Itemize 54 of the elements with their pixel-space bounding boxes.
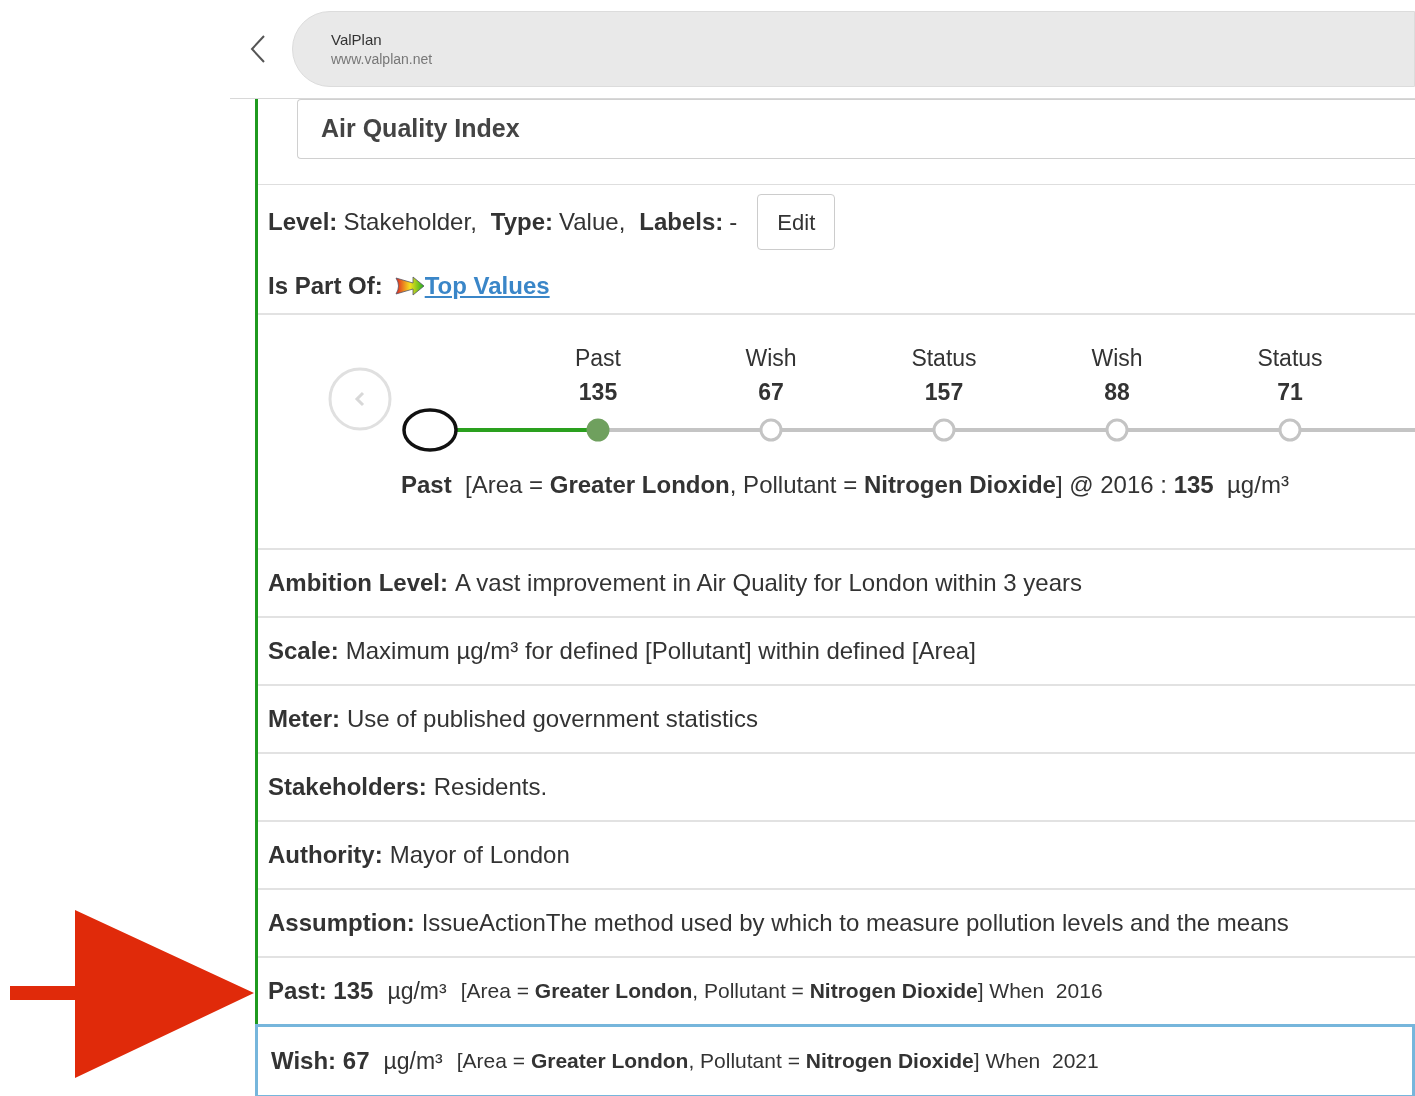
value-row[interactable]: Wish: 67 µg/m³ [Area = Greater London, Pollutant = Nitrogen Dioxide] When 2021 xyxy=(255,1024,1415,1096)
field-label: Type: xyxy=(490,207,554,237)
timeline-point[interactable] xyxy=(1105,418,1129,442)
value-arrow-icon xyxy=(394,275,425,297)
value-text: Wish: 67 xyxy=(271,1046,370,1076)
point-label: Status xyxy=(1257,344,1323,373)
field-value: Use of published government statistics xyxy=(347,704,758,734)
edit-button[interactable]: Edit xyxy=(757,194,836,250)
point-value: 135 xyxy=(578,378,618,407)
parent-value-link[interactable]: Top Values xyxy=(424,268,550,304)
point-value: 67 xyxy=(758,378,784,407)
value-row[interactable]: Past: 135 µg/m³ [Area = Greater London, Pollutant = Nitrogen Dioxide] When 2016 xyxy=(258,956,1415,1024)
field-label: Ambition Level: xyxy=(268,568,448,598)
field-value: Residents. xyxy=(433,772,548,802)
site-url: www.valplan.net xyxy=(331,50,433,68)
title-field[interactable]: Air Quality Index xyxy=(297,99,1415,159)
value-text: µg/m³ xyxy=(383,1046,443,1076)
field-label: Level: xyxy=(268,207,338,237)
field-label: Is Part Of: xyxy=(268,271,383,301)
value-text: µg/m³ xyxy=(387,976,447,1006)
point-value: 157 xyxy=(924,378,964,407)
field-label: Assumption: xyxy=(268,908,415,938)
field-value: - xyxy=(729,207,738,237)
value-text: Past: 135 xyxy=(268,976,374,1006)
annotation-arrow-icon xyxy=(10,910,254,1078)
field-value: Stakeholder, xyxy=(343,207,477,237)
value-text: [Area = Greater London, Pollutant = Nitrogen Dioxide] When 2016 xyxy=(460,978,1103,1005)
field-label: Meter: xyxy=(268,704,340,734)
back-icon[interactable] xyxy=(250,34,266,64)
point-value: 88 xyxy=(1104,378,1130,407)
point-label: Past xyxy=(575,344,621,373)
timeline-point[interactable] xyxy=(586,418,610,442)
point-label: Wish xyxy=(745,344,797,373)
previous-button[interactable] xyxy=(328,367,392,431)
field-value: Maximum µg/m³ for defined [Pollutant] within defined [Area] xyxy=(345,636,976,666)
field-value: Mayor of London xyxy=(389,840,570,870)
field-label: Stakeholders: xyxy=(268,772,427,802)
timeline-point[interactable] xyxy=(1278,418,1302,442)
address-bar[interactable]: ValPlan www.valplan.net xyxy=(292,11,1415,87)
value-text: [Area = Greater London, Pollutant = Nitrogen Dioxide] When 2021 xyxy=(456,1048,1099,1075)
site-name: ValPlan xyxy=(331,30,382,50)
point-value: 71 xyxy=(1277,378,1303,407)
field-value: Value, xyxy=(559,207,626,237)
point-label: Status xyxy=(911,344,977,373)
field-label: Authority: xyxy=(268,840,383,870)
field-label: Labels: xyxy=(639,207,724,237)
point-label: Wish xyxy=(1091,344,1143,373)
timeline-detail: Past [Area = Greater London, Pollutant = Nitrogen Dioxide] @ 2016 : 135 µg/m³ xyxy=(401,470,1289,500)
timeline-start xyxy=(402,408,458,452)
field-value: IssueActionThe method used by which to measure pollution levels and the means xyxy=(421,908,1289,938)
field-label: Scale: xyxy=(268,636,339,666)
timeline-point[interactable] xyxy=(759,418,783,442)
field-value: A vast improvement in Air Quality for London within 3 years xyxy=(455,568,1082,598)
timeline-point[interactable] xyxy=(932,418,956,442)
